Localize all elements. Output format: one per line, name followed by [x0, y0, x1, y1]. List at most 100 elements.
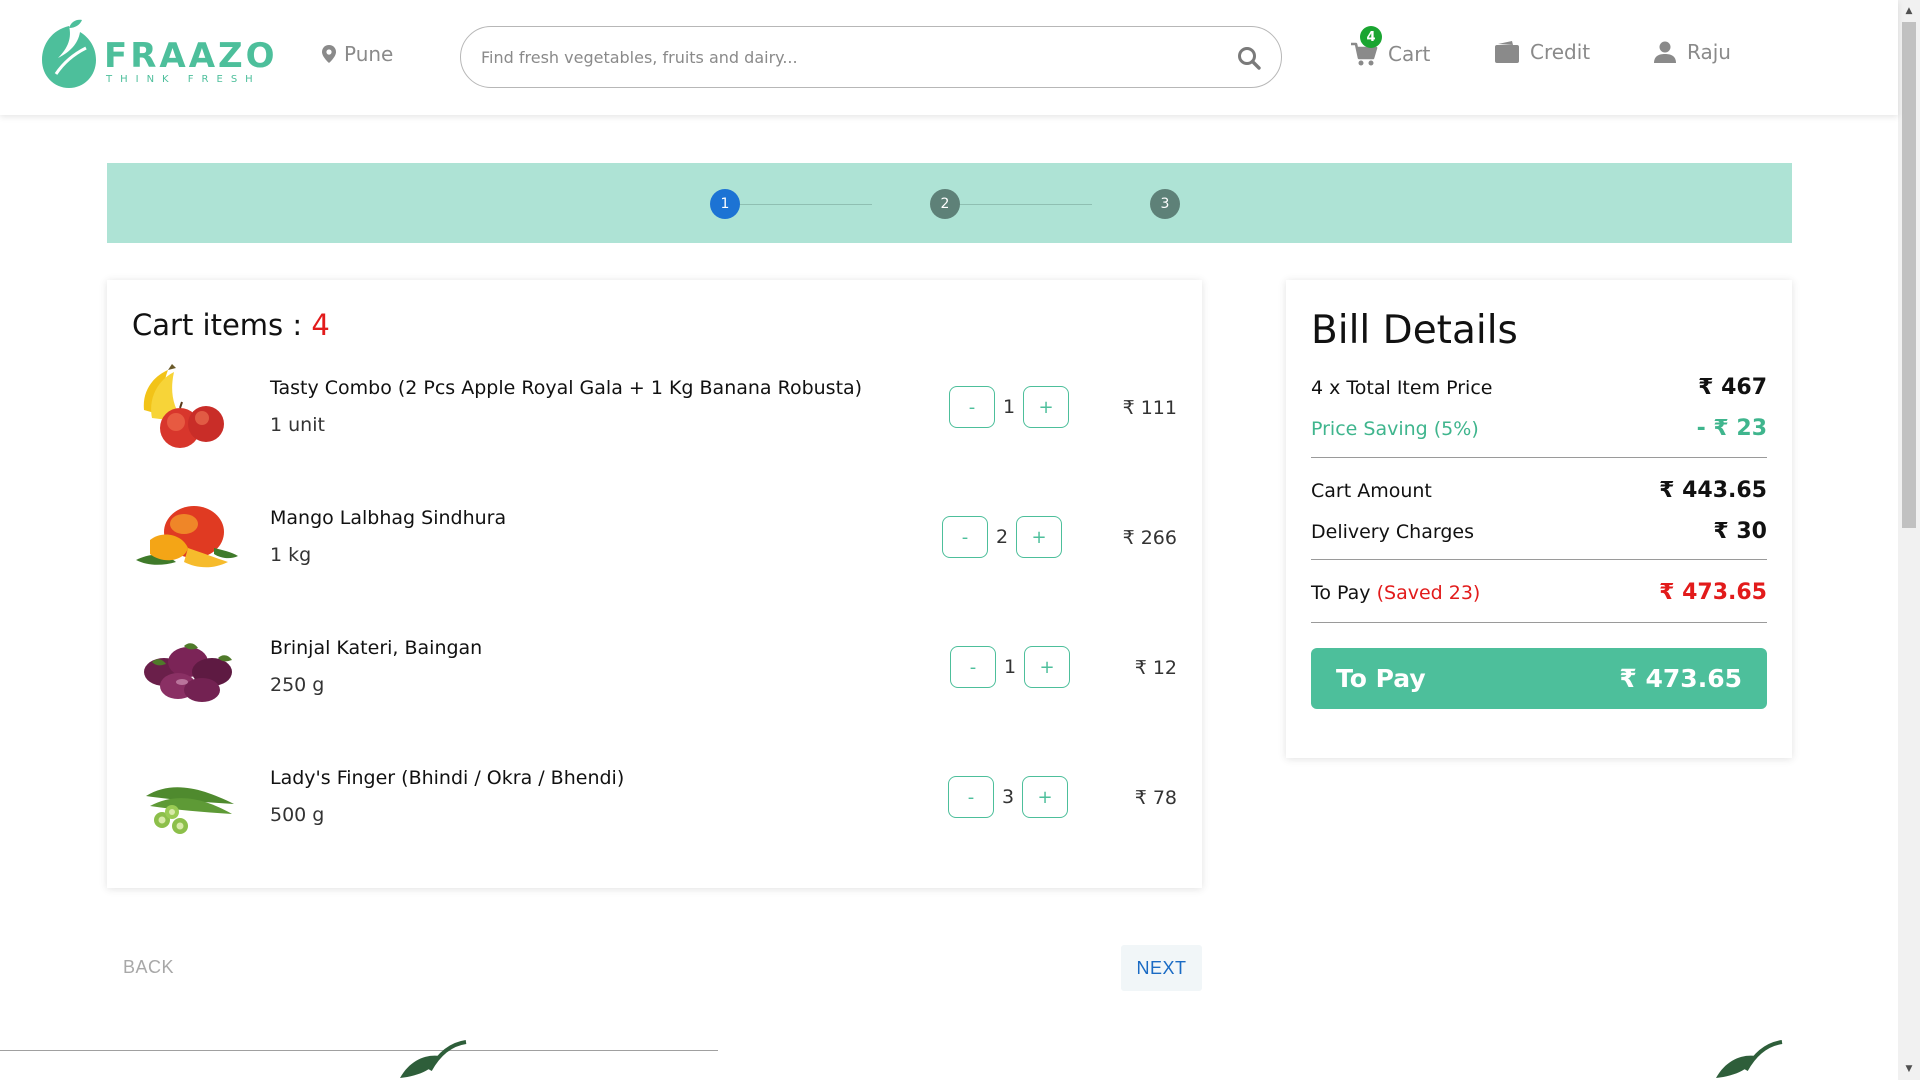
cart-item: Mango Lalbhag Sindhura 1 kg - 2 + ₹ 266 [107, 490, 1202, 610]
item-unit: 250 g [270, 674, 325, 696]
total-item-price-value: ₹ 467 [1698, 375, 1767, 400]
location-selector[interactable]: Pune [322, 42, 393, 66]
saved-amount-note: (Saved 23) [1376, 582, 1481, 604]
cart-items-heading: Cart items : 4 [132, 308, 330, 342]
bill-divider [1311, 622, 1767, 623]
nav-user[interactable]: Raju [1653, 40, 1731, 64]
bill-divider [1311, 457, 1767, 458]
user-icon [1654, 41, 1676, 63]
quantity-value: 3 [1001, 786, 1015, 808]
top-header: FRAAZO THINK FRESH Pune 4 Cart [0, 0, 1898, 115]
item-unit: 1 kg [270, 544, 312, 566]
logo-wordmark: FRAAZO [104, 36, 278, 76]
fraazo-logo[interactable]: FRAAZO THINK FRESH [38, 16, 275, 96]
increase-qty-button[interactable]: + [1022, 776, 1068, 818]
search-bar [460, 26, 1282, 88]
delivery-charges-row: Delivery Charges ₹ 30 [1311, 519, 1767, 544]
step-connector [944, 204, 1092, 205]
scroll-up-icon[interactable]: ▲ [1898, 2, 1920, 20]
footer-divider [0, 1050, 718, 1051]
item-price: ₹ 266 [1122, 527, 1177, 549]
quantity-value: 2 [995, 526, 1009, 548]
nav-cart[interactable]: 4 Cart [1350, 26, 1431, 68]
nav-credit[interactable]: Credit [1494, 40, 1590, 64]
cart-items-count: 4 [311, 308, 330, 342]
location-label: Pune [344, 42, 394, 66]
next-button[interactable]: NEXT [1121, 945, 1202, 991]
increase-qty-button[interactable]: + [1016, 516, 1062, 558]
wallet-icon [1495, 41, 1519, 63]
item-price: ₹ 111 [1122, 397, 1177, 419]
cart-items-title: Cart items : [132, 308, 312, 342]
to-pay-label: To Pay [1311, 582, 1371, 604]
to-pay-row: To Pay (Saved 23) ₹ 473.65 [1311, 580, 1767, 605]
step-connector [724, 204, 872, 205]
credit-label: Credit [1530, 40, 1591, 64]
price-saving-label: Price Saving (5%) [1311, 418, 1479, 440]
scroll-down-icon[interactable]: ▼ [1898, 1060, 1920, 1078]
cart-item: Brinjal Kateri, Baingan 250 g - 1 + ₹ 12 [107, 620, 1202, 740]
pay-button-label: To Pay [1336, 664, 1426, 693]
cart-item: Lady's Finger (Bhindi / Okra / Bhendi) 5… [107, 750, 1202, 870]
item-price: ₹ 12 [1134, 657, 1177, 679]
item-name: Brinjal Kateri, Baingan [270, 637, 483, 659]
cart-amount-label: Cart Amount [1311, 480, 1432, 502]
price-saving-row: Price Saving (5%) - ₹ 23 [1311, 416, 1767, 441]
item-unit: 1 unit [270, 414, 325, 436]
bill-details-card: Bill Details 4 x Total Item Price ₹ 467 … [1286, 280, 1792, 758]
leaf-decoration-icon [400, 1040, 467, 1078]
item-price: ₹ 78 [1134, 787, 1177, 809]
step-2[interactable]: 2 [930, 189, 960, 219]
search-input[interactable] [481, 41, 1201, 73]
cart-amount-row: Cart Amount ₹ 443.65 [1311, 478, 1767, 503]
item-name: Tasty Combo (2 Pcs Apple Royal Gala + 1 … [270, 377, 863, 399]
bill-details-title: Bill Details [1311, 308, 1518, 353]
decrease-qty-button[interactable]: - [949, 386, 995, 428]
item-name: Lady's Finger (Bhindi / Okra / Bhendi) [270, 767, 625, 789]
increase-qty-button[interactable]: + [1023, 386, 1069, 428]
checkout-stepper: 1 2 3 [107, 163, 1792, 243]
item-name: Mango Lalbhag Sindhura [270, 507, 507, 529]
cart-amount-value: ₹ 443.65 [1659, 478, 1767, 503]
okra-image [146, 787, 234, 834]
price-saving-value: - ₹ 23 [1696, 416, 1767, 441]
delivery-charges-value: ₹ 30 [1713, 519, 1767, 544]
decrease-qty-button[interactable]: - [948, 776, 994, 818]
search-icon[interactable] [1235, 44, 1263, 72]
map-pin-icon [322, 45, 336, 63]
increase-qty-button[interactable]: + [1024, 646, 1070, 688]
back-button[interactable]: BACK [123, 957, 174, 978]
to-pay-value: ₹ 473.65 [1659, 580, 1767, 605]
fruit-combo-image [143, 364, 224, 448]
mango-image [136, 506, 238, 568]
brinjal-image [144, 643, 232, 702]
quantity-stepper: - 3 + [948, 776, 1068, 818]
decrease-qty-button[interactable]: - [942, 516, 988, 558]
cart-label: Cart [1388, 42, 1431, 66]
scrollbar-thumb[interactable] [1902, 22, 1916, 528]
leaf-decoration-icon [1716, 1040, 1783, 1078]
step-3[interactable]: 3 [1150, 189, 1180, 219]
quantity-stepper: - 1 + [950, 646, 1070, 688]
leaf-logo-icon [42, 19, 96, 88]
total-item-price-label: 4 x Total Item Price [1311, 377, 1493, 399]
decrease-qty-button[interactable]: - [950, 646, 996, 688]
logo-tagline: THINK FRESH [106, 74, 261, 85]
page-scrollbar[interactable]: ▲ ▼ [1898, 0, 1920, 1080]
item-unit: 500 g [270, 804, 325, 826]
bill-divider [1311, 559, 1767, 560]
quantity-stepper: - 1 + [949, 386, 1069, 428]
pay-button[interactable]: To Pay ₹ 473.65 [1311, 648, 1767, 709]
total-item-price-row: 4 x Total Item Price ₹ 467 [1311, 375, 1767, 400]
cart-items-card: Cart items : 4 Tasty Combo (2 Pcs Apple … [107, 280, 1202, 888]
quantity-value: 1 [1002, 396, 1016, 418]
to-pay-summary: To Pay (Saved 23) [1311, 582, 1480, 604]
quantity-stepper: - 2 + [942, 516, 1062, 558]
step-1[interactable]: 1 [710, 189, 740, 219]
quantity-value: 1 [1003, 656, 1017, 678]
delivery-charges-label: Delivery Charges [1311, 521, 1474, 543]
pay-button-amount: ₹ 473.65 [1619, 664, 1742, 693]
cart-count-badge: 4 [1360, 26, 1382, 48]
cart-item: Tasty Combo (2 Pcs Apple Royal Gala + 1 … [107, 360, 1202, 480]
user-label: Raju [1687, 40, 1731, 64]
